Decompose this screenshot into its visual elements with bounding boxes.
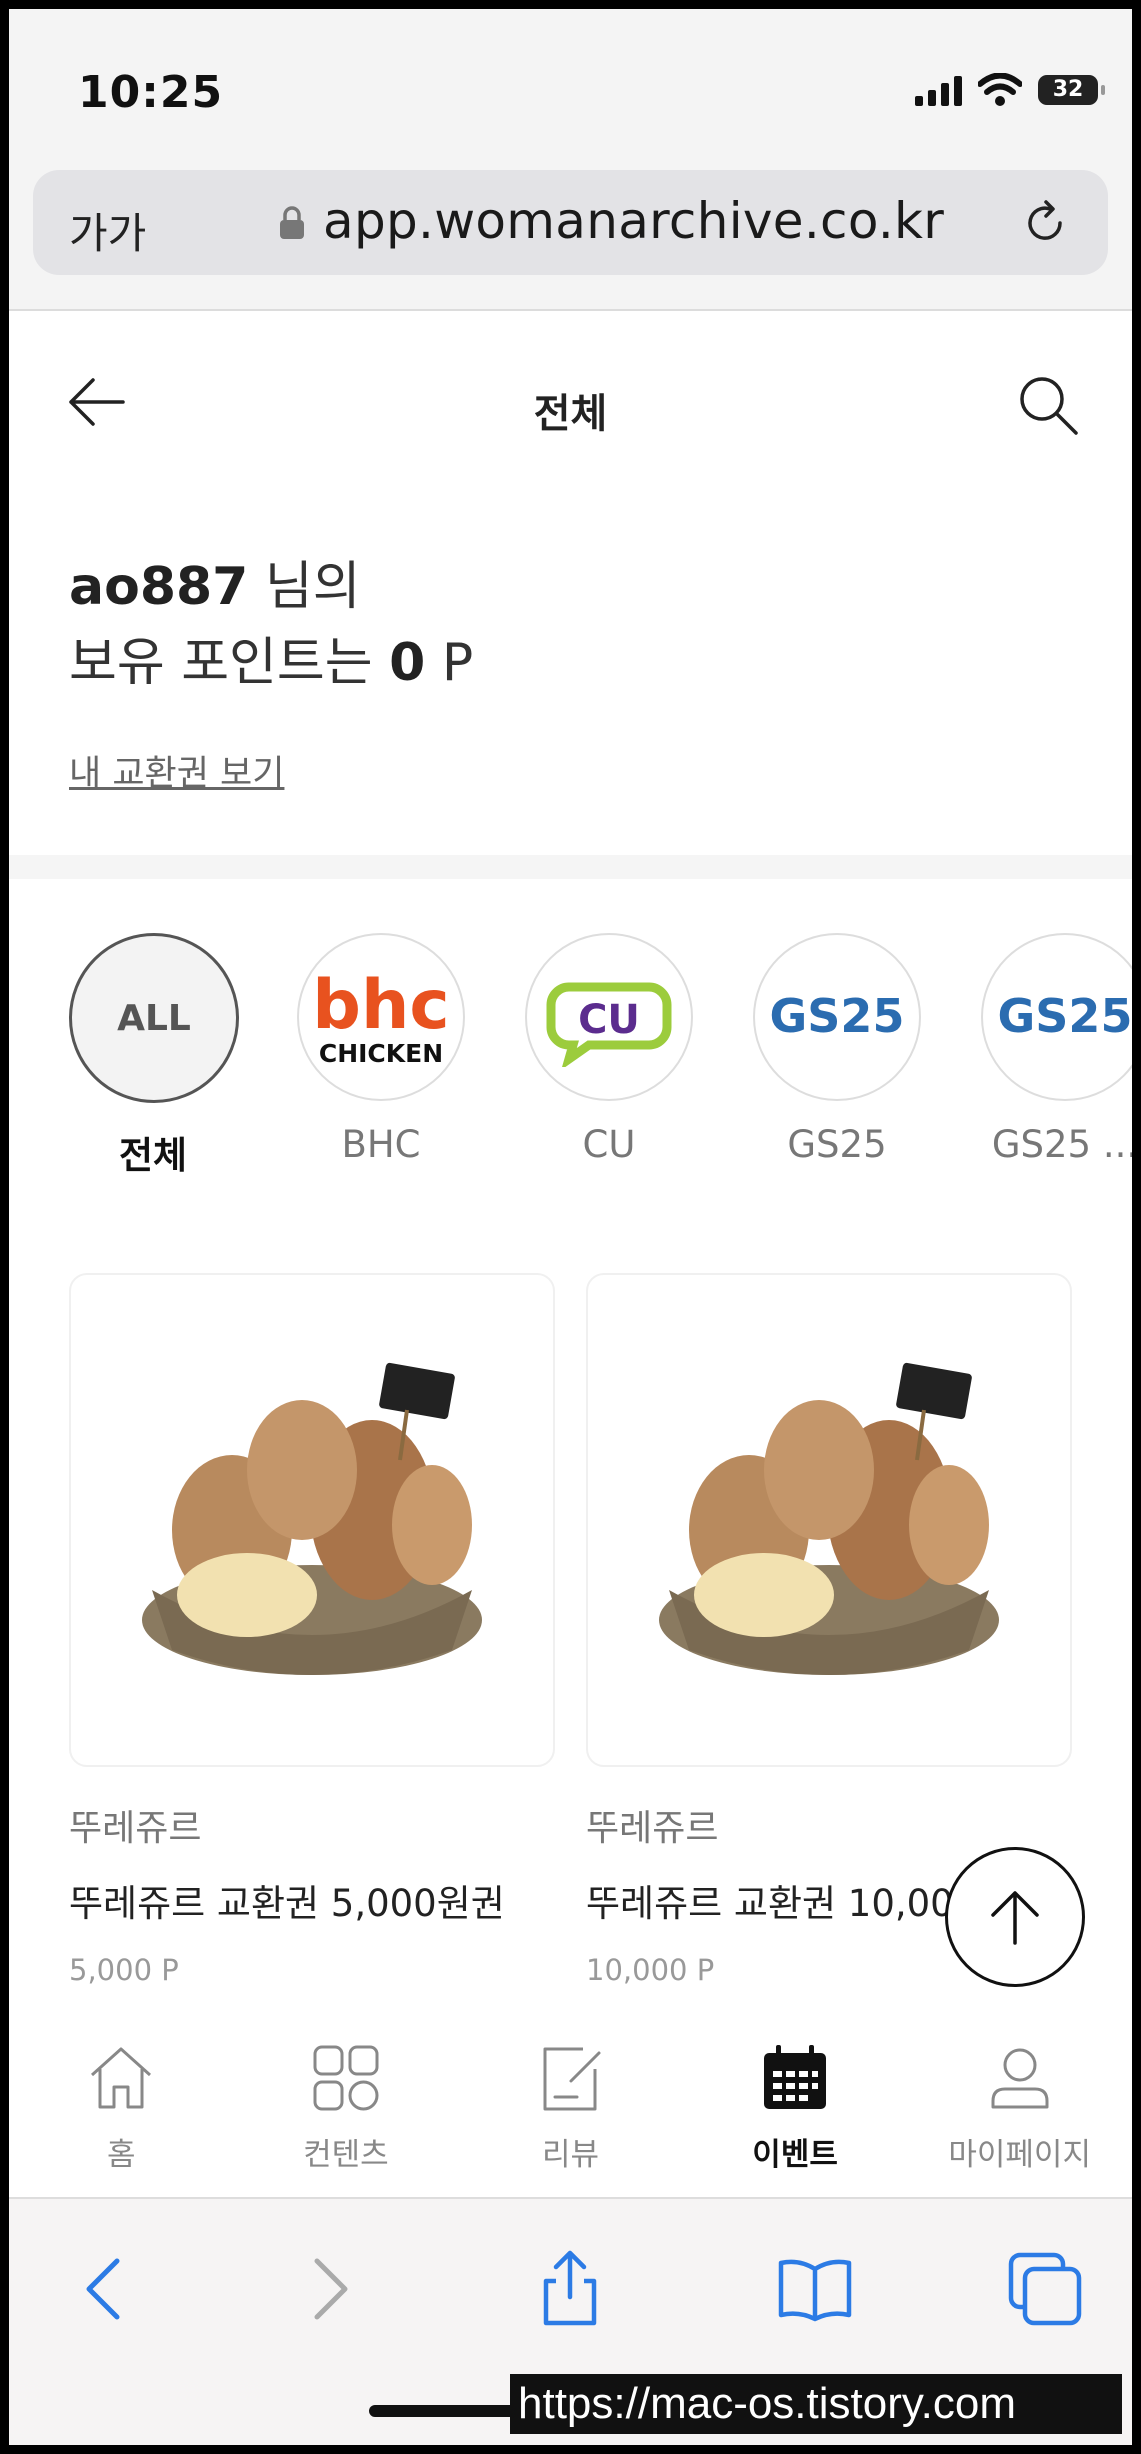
status-time: 10:25 [78, 67, 224, 118]
grid-icon [313, 2045, 379, 2111]
brand-logo-all: ALL [69, 933, 239, 1103]
points-greeting: ao887 님의 보유 포인트는 0 P [69, 549, 473, 701]
review-icon [543, 2047, 601, 2111]
gs25-logo-text: GS25 [770, 989, 905, 1043]
all-logo-text: ALL [117, 997, 191, 1039]
product-price: 5,000 P [69, 1953, 179, 1987]
gs25-logo-icon: GS25 [998, 989, 1132, 1043]
product-card[interactable]: 뚜레쥬르 뚜레쥬르 교환권 5,000원권 5,000 P [69, 1273, 555, 1987]
gs25-logo-icon: GS25 [770, 989, 905, 1043]
url-bar[interactable]: 가가 app.womanarchive.co.kr [33, 170, 1108, 275]
product-name: 뚜레쥬르 교환권 5,000원권 [69, 1882, 505, 1925]
reload-icon[interactable] [1020, 198, 1070, 248]
signal-icon [915, 74, 962, 106]
brand-label: 전체 [118, 1134, 188, 1177]
brand-label: GS25 [787, 1123, 887, 1166]
tab-label: 컨텐츠 [303, 2137, 389, 2173]
tab-label: 마이페이지 [948, 2137, 1091, 2173]
wifi-icon [978, 73, 1022, 106]
calendar-icon [764, 2045, 827, 2109]
points-amount: 0 [389, 633, 426, 693]
brand-chip-gs25-2[interactable]: GS25 GS25 ... [981, 933, 1132, 1179]
brand-chip-gs25[interactable]: GS25 GS25 [753, 933, 921, 1179]
tab-event[interactable]: 이벤트 [683, 1997, 908, 2197]
tab-contents[interactable]: 컨텐츠 [234, 1997, 459, 2197]
tab-label: 리뷰 [541, 2137, 599, 2173]
bottom-tab-bar: 홈 컨텐츠 리뷰 이벤트 마이페이지 [9, 1997, 1132, 2197]
tabs-icon[interactable] [1005, 2249, 1085, 2329]
home-icon [91, 2047, 152, 2109]
brand-label: GS25 ... [991, 1123, 1132, 1166]
battery-icon: 32 [1038, 75, 1105, 105]
cu-logo-text: CU [578, 997, 640, 1043]
cu-logo-icon: CU [546, 982, 672, 1067]
brand-chip-all[interactable]: ALL 전체 [69, 933, 239, 1179]
username: ao887 [69, 557, 249, 617]
browser-back-icon[interactable] [65, 2249, 145, 2329]
bhc-logo: bhc CHICKEN [297, 933, 465, 1101]
product-image [586, 1273, 1072, 1767]
phone-screen: 10:25 32 가가 app.womanarchive.co.kr 전체 ao… [9, 9, 1132, 2445]
brand-chip-cu[interactable]: CU CU [525, 933, 693, 1179]
page-title: 전체 [533, 391, 608, 437]
url-text[interactable]: app.womanarchive.co.kr [323, 192, 944, 250]
search-icon[interactable] [1016, 373, 1080, 437]
bread-basket-image [142, 1362, 482, 1675]
bookmarks-icon[interactable] [775, 2249, 855, 2329]
brand-chip-bhc[interactable]: bhc CHICKEN BHC [297, 933, 465, 1179]
brand-label: CU [582, 1123, 636, 1166]
tab-label: 이벤트 [752, 2137, 838, 2173]
status-icons: 32 [915, 73, 1105, 107]
gs25-logo-text: GS25 [998, 989, 1132, 1043]
bhc-logo-top: bhc [312, 966, 449, 1045]
tab-review[interactable]: 리뷰 [458, 1997, 683, 2197]
bhc-logo-bottom: CHICKEN [319, 1039, 443, 1068]
text-size-button[interactable]: 가가 [69, 200, 146, 261]
person-icon [991, 2048, 1049, 2109]
section-divider [9, 855, 1132, 879]
browser-top-chrome: 10:25 32 가가 app.womanarchive.co.kr [9, 9, 1132, 311]
tab-label: 홈 [107, 2137, 136, 2173]
bread-basket-image [659, 1362, 999, 1675]
points-unit: P [441, 633, 474, 693]
product-image [69, 1273, 555, 1767]
browser-forward-icon[interactable] [289, 2249, 369, 2329]
brand-label: BHC [341, 1123, 421, 1166]
tab-home[interactable]: 홈 [9, 1997, 234, 2197]
my-vouchers-link[interactable]: 내 교환권 보기 [69, 745, 284, 796]
brand-filter-row: ALL 전체 bhc CHICKEN BHC CU CU GS25 GS25 G… [69, 933, 1132, 1179]
product-brand: 뚜레쥬르 [586, 1808, 719, 1849]
bhc-logo-icon: bhc CHICKEN [312, 966, 449, 1068]
tab-mypage[interactable]: 마이페이지 [907, 1997, 1132, 2197]
points-label: 보유 포인트는 [69, 633, 373, 693]
product-brand: 뚜레쥬르 [69, 1808, 202, 1849]
greeting-suffix: 님의 [264, 557, 361, 617]
scroll-to-top-button[interactable] [945, 1847, 1085, 1987]
cu-logo: CU [525, 933, 693, 1101]
app-header: 전체 [9, 311, 1132, 446]
arrow-up-icon [991, 1891, 1039, 1945]
share-icon[interactable] [530, 2249, 610, 2329]
gs25-logo: GS25 [981, 933, 1132, 1101]
watermark: https://mac-os.tistory.com [510, 2374, 1122, 2434]
gs25-logo: GS25 [753, 933, 921, 1101]
lock-icon [280, 206, 304, 239]
